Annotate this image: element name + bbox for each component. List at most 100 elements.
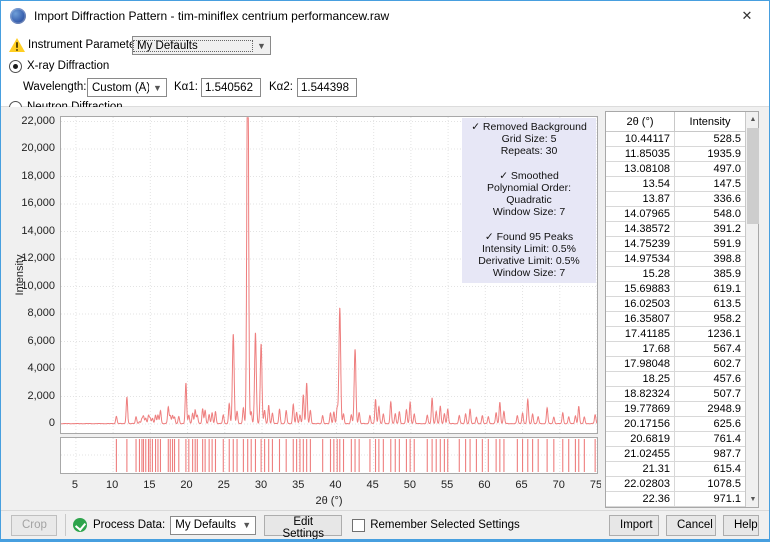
cell-2theta: 22.02803 — [606, 477, 675, 491]
table-row[interactable]: 19.778692948.9 — [606, 402, 745, 417]
cell-2theta: 21.02455 — [606, 447, 675, 461]
cell-intensity: 1078.5 — [675, 477, 745, 491]
remember-settings-label: Remember Selected Settings — [370, 519, 520, 531]
table-row[interactable]: 13.54147.5 — [606, 177, 745, 192]
cell-intensity: 391.2 — [675, 222, 745, 236]
cell-2theta: 15.69883 — [606, 282, 675, 296]
annotation-line: Grid Size: 5 — [464, 133, 594, 145]
y-tick-label: 16,000 — [9, 197, 55, 209]
table-row[interactable]: 17.68567.4 — [606, 342, 745, 357]
table-row[interactable]: 15.28385.9 — [606, 267, 745, 282]
table-row[interactable]: 11.850351935.9 — [606, 147, 745, 162]
cancel-button[interactable]: Cancel — [666, 515, 716, 536]
warning-icon — [9, 38, 25, 52]
table-row[interactable]: 20.6819761.4 — [606, 432, 745, 447]
x-tick-label: 50 — [404, 479, 416, 491]
cell-intensity: 507.7 — [675, 387, 745, 401]
y-tick-label: 2,000 — [9, 390, 55, 402]
table-row[interactable]: 20.17156625.6 — [606, 417, 745, 432]
process-data-value: My Defaults — [171, 519, 238, 531]
column-header-intensity[interactable]: Intensity — [675, 112, 745, 131]
annotation-line: ✓ Smoothed — [464, 170, 594, 182]
table-row[interactable]: 14.75239591.9 — [606, 237, 745, 252]
cell-intensity: 1935.9 — [675, 147, 745, 161]
instrument-parameters-select[interactable]: My Defaults ▼ — [132, 36, 271, 55]
table-row[interactable]: 13.08108497.0 — [606, 162, 745, 177]
table-row[interactable]: 13.87336.6 — [606, 192, 745, 207]
x-tick-label: 35 — [292, 479, 304, 491]
table-row[interactable]: 17.411851236.1 — [606, 327, 745, 342]
footer-divider — [65, 514, 66, 536]
chevron-down-icon: ▼ — [149, 83, 166, 93]
wavelength-select[interactable]: Custom (Å) ▼ — [87, 78, 167, 97]
cell-2theta: 15.28 — [606, 267, 675, 281]
scroll-down-icon[interactable]: ▼ — [746, 492, 760, 507]
table-row[interactable]: 14.38572391.2 — [606, 222, 745, 237]
cell-2theta: 21.31 — [606, 462, 675, 476]
table-header: 2θ (°) Intensity — [606, 112, 745, 132]
cell-intensity: 457.6 — [675, 372, 745, 386]
x-tick-label: 40 — [329, 479, 341, 491]
x-tick-label: 45 — [367, 479, 379, 491]
ka2-input[interactable] — [297, 78, 357, 97]
cell-2theta: 14.38572 — [606, 222, 675, 236]
cell-intensity: 2948.9 — [675, 402, 745, 416]
cell-2theta: 19.77869 — [606, 402, 675, 416]
peaks-table: 2θ (°) Intensity 10.44117528.511.8503519… — [605, 111, 759, 508]
y-tick-label: 4,000 — [9, 362, 55, 374]
table-row[interactable]: 17.98048602.7 — [606, 357, 745, 372]
table-row[interactable]: 14.07965548.0 — [606, 207, 745, 222]
ka1-input[interactable] — [201, 78, 261, 97]
y-tick-label: 8,000 — [9, 307, 55, 319]
wavelength-label: Wavelength: — [23, 81, 87, 93]
xray-diffraction-radio[interactable] — [9, 60, 22, 73]
table-row[interactable]: 10.44117528.5 — [606, 132, 745, 147]
crop-button: Crop — [11, 515, 57, 536]
table-row[interactable]: 15.69883619.1 — [606, 282, 745, 297]
title-bar: Import Diffraction Pattern - tim-minifle… — [1, 1, 769, 30]
table-row[interactable]: 16.02503613.5 — [606, 297, 745, 312]
table-row[interactable]: 22.028031078.5 — [606, 477, 745, 492]
cell-2theta: 11.85035 — [606, 147, 675, 161]
scrollbar-thumb[interactable] — [747, 128, 759, 224]
y-tick-label: 22,000 — [9, 115, 55, 127]
help-button[interactable]: Help — [723, 515, 759, 536]
x-tick-label: 25 — [218, 479, 230, 491]
table-row[interactable]: 21.02455987.7 — [606, 447, 745, 462]
main-area: Intensity 02,0004,0006,0008,00010,00012,… — [1, 107, 769, 511]
table-scrollbar[interactable]: ▲ ▼ — [745, 112, 758, 507]
cell-intensity: 761.4 — [675, 432, 745, 446]
cell-intensity: 613.5 — [675, 297, 745, 311]
parameters-section: Instrument Parameters: My Defaults ▼ X-r… — [1, 30, 769, 107]
annotation-line: Polynomial Order: Quadratic — [464, 182, 594, 206]
process-data-select[interactable]: My Defaults ▼ — [170, 516, 256, 535]
y-tick-label: 14,000 — [9, 225, 55, 237]
table-row[interactable]: 18.82324507.7 — [606, 387, 745, 402]
peak-marker-strip[interactable] — [60, 437, 598, 474]
cell-2theta: 14.07965 — [606, 207, 675, 221]
cell-intensity: 147.5 — [675, 177, 745, 191]
import-button[interactable]: Import — [609, 515, 659, 536]
cell-intensity: 615.4 — [675, 462, 745, 476]
cell-intensity: 602.7 — [675, 357, 745, 371]
edit-settings-button[interactable]: Edit Settings — [264, 515, 342, 536]
cell-2theta: 16.35807 — [606, 312, 675, 326]
table-row[interactable]: 16.35807958.2 — [606, 312, 745, 327]
table-row[interactable]: 14.97534398.8 — [606, 252, 745, 267]
x-tick-label: 65 — [515, 479, 527, 491]
cell-2theta: 13.54 — [606, 177, 675, 191]
close-icon[interactable]: ✕ — [737, 6, 757, 26]
scroll-up-icon[interactable]: ▲ — [746, 112, 760, 127]
table-row[interactable]: 22.36971.1 — [606, 492, 745, 507]
column-header-2theta[interactable]: 2θ (°) — [606, 112, 675, 131]
chart-region: Intensity 02,0004,0006,0008,00010,00012,… — [9, 109, 601, 509]
remember-settings-checkbox[interactable] — [352, 519, 365, 532]
table-row[interactable]: 21.31615.4 — [606, 462, 745, 477]
annotation-line: Intensity Limit: 0.5% — [464, 243, 594, 255]
annotation-line: ✓ Found 95 Peaks — [464, 231, 594, 243]
cell-2theta: 17.68 — [606, 342, 675, 356]
cell-2theta: 20.6819 — [606, 432, 675, 446]
cell-2theta: 22.36 — [606, 492, 675, 506]
table-body: 10.44117528.511.850351935.913.08108497.0… — [606, 132, 745, 507]
table-row[interactable]: 18.25457.6 — [606, 372, 745, 387]
